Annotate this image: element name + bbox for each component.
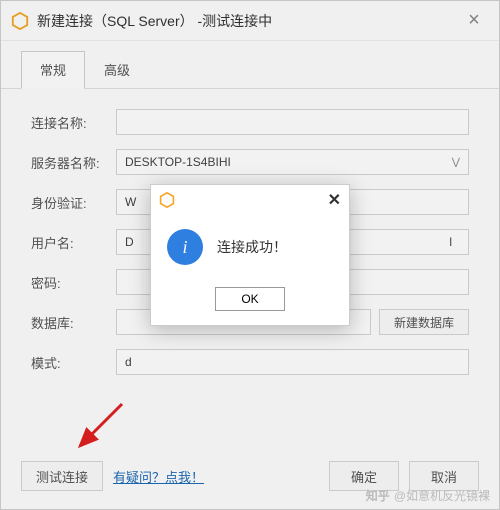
dialog-ok-button[interactable]: OK <box>215 287 285 311</box>
watermark: 知乎 @如意机反光镜裸 <box>366 487 490 504</box>
watermark-author: @如意机反光镜裸 <box>394 487 490 504</box>
dialog-app-icon <box>159 192 175 208</box>
dialog-close-icon[interactable]: ✕ <box>328 190 341 210</box>
dialog-message: 连接成功！ <box>217 237 287 257</box>
dialog-footer: OK <box>151 279 349 325</box>
dialog-titlebar: ✕ <box>151 185 349 215</box>
info-icon: i <box>167 229 203 265</box>
modal-backdrop: ✕ i 连接成功！ OK <box>0 0 500 510</box>
watermark-brand: 知乎 <box>366 487 390 504</box>
success-dialog: ✕ i 连接成功！ OK <box>150 184 350 326</box>
dialog-body: i 连接成功！ <box>151 215 349 279</box>
